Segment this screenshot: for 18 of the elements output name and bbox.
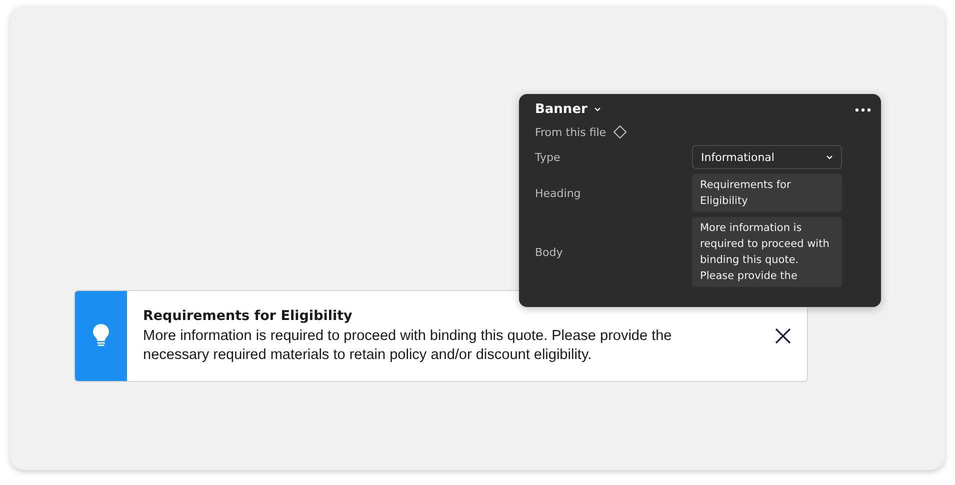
chevron-icon bbox=[594, 107, 602, 112]
more-button[interactable] bbox=[855, 108, 871, 112]
field-label: Body bbox=[535, 246, 564, 259]
component-dropdown[interactable]: Banner bbox=[535, 102, 602, 117]
diamond-icon bbox=[613, 125, 628, 139]
select-field[interactable]: Informational bbox=[692, 145, 842, 169]
close-icon bbox=[775, 328, 791, 344]
close-button[interactable] bbox=[775, 328, 791, 344]
text-field[interactable]: Requirements for Eligibility bbox=[692, 174, 842, 212]
banner-heading: Requirements for Eligibility bbox=[143, 308, 354, 324]
lightbulb-icon bbox=[93, 324, 109, 348]
field-label: Heading bbox=[535, 187, 582, 200]
text-field[interactable]: More information is required to proceed with binding this quote. Please provide the bbox=[692, 217, 842, 287]
source-label: From this file bbox=[535, 126, 606, 138]
chevron-icon bbox=[826, 154, 833, 160]
more-icon bbox=[855, 108, 871, 112]
banner-body: More information is required to proceed with binding this quote. Please provide the necessary required materials to retain policy and/or discount eligibility. bbox=[143, 326, 673, 364]
field-label: Type bbox=[535, 150, 562, 164]
